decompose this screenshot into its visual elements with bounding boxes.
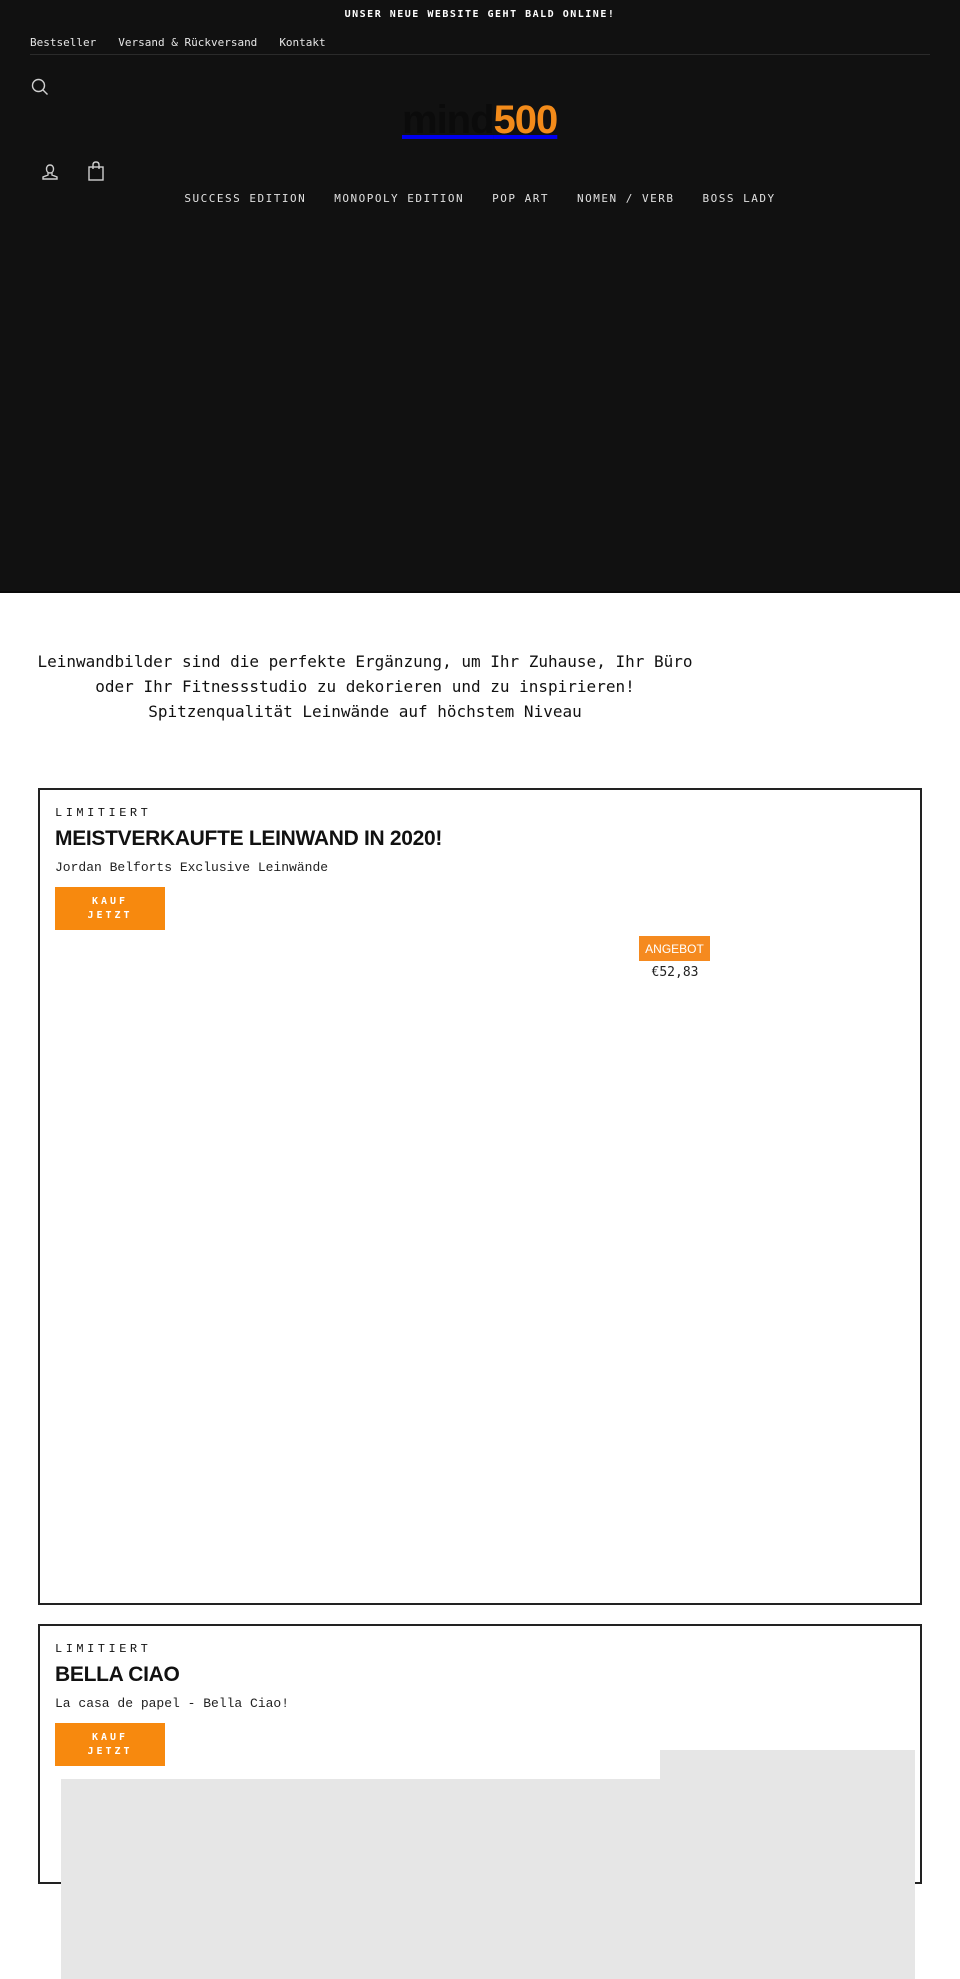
utility-nav: Bestseller Versand & Rückversand Kontakt — [30, 36, 326, 49]
buy-button-line-2: JETZT — [87, 1745, 133, 1757]
nav-boss-lady[interactable]: BOSS LADY — [703, 192, 776, 205]
buy-button-line-2: JETZT — [87, 909, 133, 921]
product-promo-card: LIMITIERT MEISTVERKAUFTE LEINWAND IN 202… — [38, 788, 922, 1605]
buy-button-label: KAUF JETZT — [87, 895, 132, 923]
buy-button-line-1: KAUF — [91, 895, 129, 907]
image-placeholder — [61, 1779, 915, 1979]
util-link-shipping-returns[interactable]: Versand & Rückversand — [118, 36, 257, 49]
intro-line-2: oder Ihr Fitnessstudio zu dekorieren und… — [95, 677, 635, 696]
buy-now-button[interactable]: KAUF JETZT — [55, 887, 165, 930]
nav-nomen-verb[interactable]: NOMEN / VERB — [577, 192, 674, 205]
product-promo-card: LIMITIERT BELLA CIAO La casa de papel - … — [38, 1624, 922, 1979]
card-title: MEISTVERKAUFTE LEINWAND IN 2020! — [55, 827, 443, 850]
util-link-bestseller[interactable]: Bestseller — [30, 36, 96, 49]
buy-button-line-1: KAUF — [91, 1731, 129, 1743]
nav-success-edition[interactable]: SUCCESS EDITION — [184, 192, 306, 205]
logo-text-mind: mind — [402, 98, 495, 142]
product-price: €52,83 — [651, 965, 699, 980]
shopping-bag-icon — [88, 161, 104, 181]
util-link-contact[interactable]: Kontakt — [279, 36, 325, 49]
intro-line-1: Leinwandbilder sind die perfekte Ergänzu… — [37, 652, 693, 671]
announcement-bar: UNSER NEUE WEBSITE GEHT BALD ONLINE! — [344, 9, 616, 20]
user-icon — [42, 164, 58, 180]
card-eyebrow: LIMITIERT — [55, 1642, 152, 1656]
account-button[interactable] — [40, 162, 60, 182]
buy-now-button[interactable]: KAUF JETZT — [55, 1723, 165, 1766]
card-eyebrow: LIMITIERT — [55, 806, 152, 820]
search-button[interactable] — [30, 77, 50, 97]
main-nav: SUCCESS EDITION MONOPOLY EDITION POP ART… — [0, 192, 960, 205]
intro-line-3: Spitzenqualität Leinwände auf höchstem N… — [148, 702, 582, 721]
card-subtitle: La casa de papel - Bella Ciao! — [55, 1696, 290, 1711]
cart-button[interactable] — [86, 160, 106, 182]
header-divider — [30, 54, 930, 55]
nav-monopoly-edition[interactable]: MONOPOLY EDITION — [334, 192, 464, 205]
search-icon — [31, 78, 48, 95]
site-header: UNSER NEUE WEBSITE GEHT BALD ONLINE! Bes… — [0, 0, 960, 593]
sale-badge: ANGEBOT — [639, 936, 710, 961]
card-subtitle: Jordan Belforts Exclusive Leinwände — [55, 860, 329, 875]
logo-text-500: 500 — [493, 98, 559, 142]
card-title: BELLA CIAO — [55, 1663, 180, 1686]
site-logo[interactable]: mind 500 — [402, 98, 559, 150]
buy-button-label: KAUF JETZT — [87, 1731, 132, 1759]
nav-pop-art[interactable]: POP ART — [492, 192, 549, 205]
intro-text: Leinwandbilder sind die perfekte Ergänzu… — [0, 649, 730, 724]
